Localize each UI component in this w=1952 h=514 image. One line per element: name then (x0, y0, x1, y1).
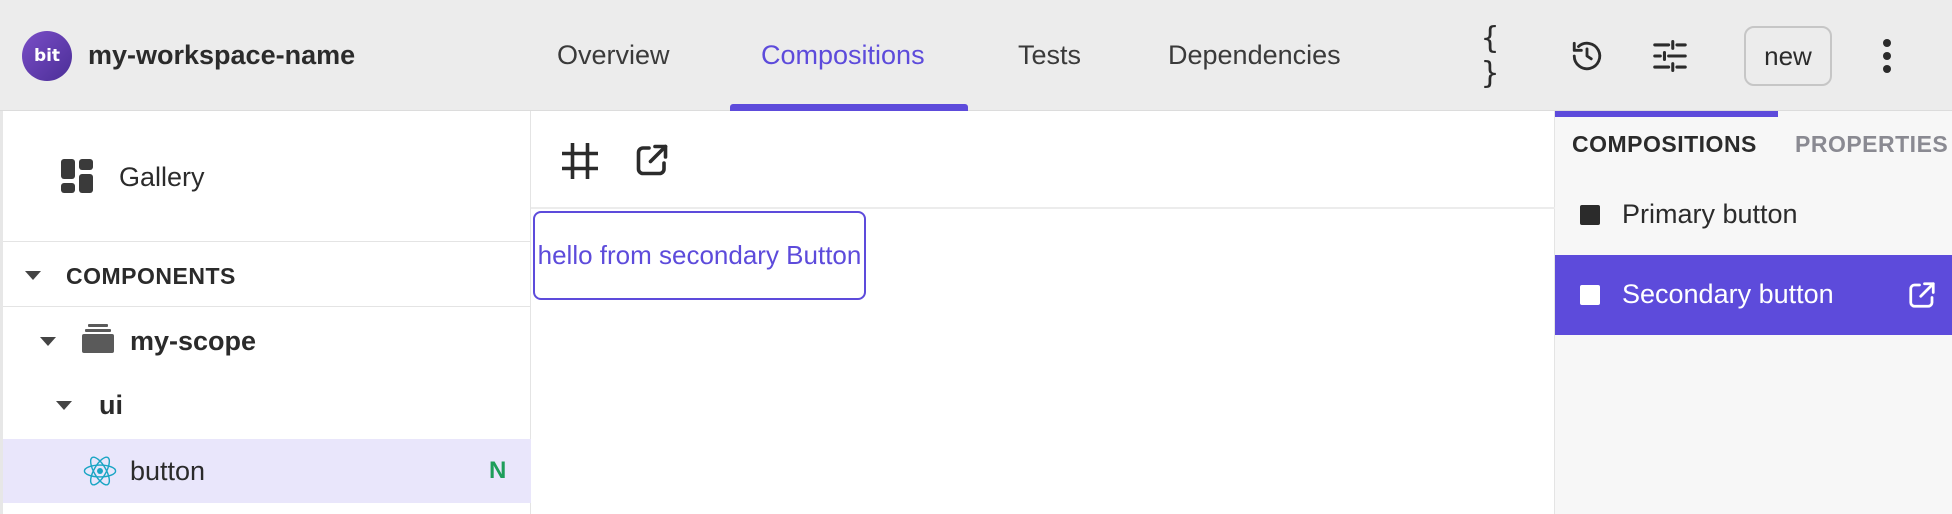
components-section-header[interactable]: COMPONENTS (3, 243, 531, 307)
sidebar-item-gallery[interactable]: Gallery (3, 111, 531, 242)
sidebar: Gallery COMPONENTS my-scope ui button N (0, 111, 531, 514)
composition-item-secondary[interactable]: Secondary button (1555, 255, 1952, 335)
composition-label: Secondary button (1622, 279, 1834, 309)
tab-compositions[interactable]: Compositions (761, 40, 925, 71)
compositions-panel: COMPOSITIONS PROPERTIES Primary button S… (1555, 111, 1952, 514)
composition-square-icon (1580, 285, 1600, 305)
new-status-badge: N (489, 457, 507, 484)
active-tab-indicator (730, 104, 968, 111)
chevron-down-icon[interactable] (40, 337, 56, 346)
composition-item-primary[interactable]: Primary button (1555, 175, 1952, 255)
composition-square-icon (1580, 205, 1600, 225)
composition-preview-area: hello from secondary Button (531, 111, 1555, 514)
tree-item-my-scope[interactable]: my-scope (3, 309, 531, 373)
tab-properties[interactable]: PROPERTIES (1795, 131, 1948, 158)
active-panel-tab-indicator (1555, 111, 1778, 117)
tab-compositions-panel[interactable]: COMPOSITIONS (1572, 131, 1757, 158)
gallery-label: Gallery (119, 162, 205, 192)
open-external-icon[interactable] (1907, 280, 1937, 315)
frame-crop-icon[interactable] (561, 142, 599, 184)
secondary-button-preview[interactable]: hello from secondary Button (533, 211, 866, 300)
open-external-icon[interactable] (634, 142, 670, 183)
top-bar: bit my-workspace-name Overview Compositi… (0, 0, 1952, 111)
tree-item-label: ui (99, 390, 123, 420)
tab-tests[interactable]: Tests (1018, 40, 1081, 71)
workspace-name[interactable]: my-workspace-name (88, 40, 355, 71)
tab-overview[interactable]: Overview (557, 40, 670, 71)
preview-toolbar (531, 111, 1555, 209)
settings-sliders-icon[interactable] (1648, 34, 1692, 78)
chevron-down-icon[interactable] (56, 401, 72, 410)
bit-logo[interactable]: bit (22, 31, 72, 81)
tree-item-label: button (130, 456, 206, 486)
more-vertical-icon[interactable] (1865, 34, 1909, 78)
new-button[interactable]: new (1744, 26, 1832, 86)
gallery-grid-icon (61, 159, 95, 198)
tree-item-label: my-scope (130, 326, 257, 356)
tree-item-ui[interactable]: ui (3, 375, 531, 439)
history-icon[interactable] (1565, 34, 1609, 78)
scope-stack-icon (82, 324, 114, 359)
react-icon (83, 454, 117, 493)
code-braces-icon[interactable]: { } (1481, 21, 1525, 91)
chevron-down-icon[interactable] (25, 271, 41, 280)
components-section-title: COMPONENTS (66, 263, 236, 289)
tab-dependencies[interactable]: Dependencies (1168, 40, 1341, 71)
composition-label: Primary button (1622, 199, 1798, 229)
tree-item-button[interactable]: button N (3, 439, 531, 503)
